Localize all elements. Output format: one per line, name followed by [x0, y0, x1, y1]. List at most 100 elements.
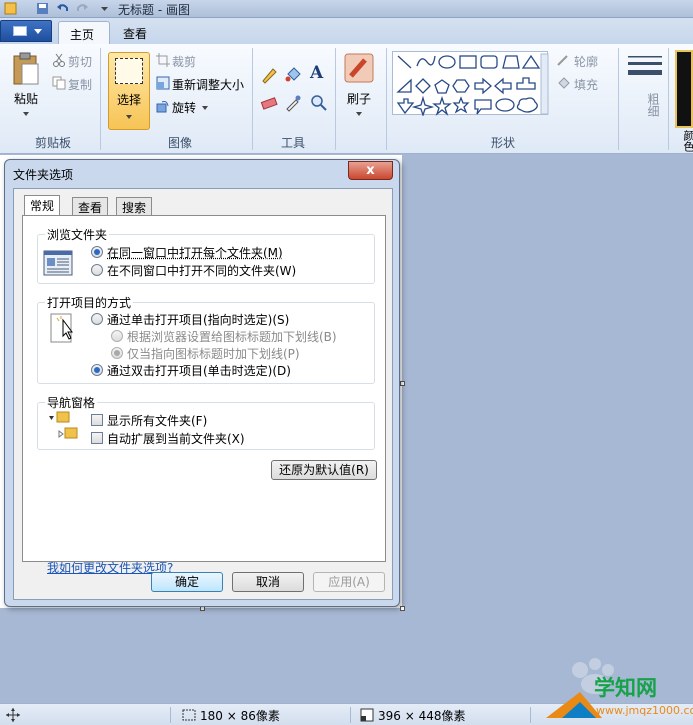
select-icon — [115, 58, 143, 84]
watermark-url: www.jmqz1000.com — [596, 704, 693, 717]
option-auto-expand[interactable]: 自动扩展到当前文件夹(X) — [107, 430, 245, 447]
tab-panel: 浏览文件夹 在同一窗口中打开每个文件夹(M) 在不同窗口中打开不同的文件夹(W)… — [22, 215, 386, 575]
navigation-pane-legend: 导航窗格 — [45, 394, 98, 411]
watermark-logo-text: 学知网 — [594, 676, 657, 700]
radio-same-window[interactable] — [91, 246, 103, 258]
dialog-title: 文件夹选项 — [13, 168, 74, 182]
radio-double-click[interactable] — [91, 364, 103, 376]
select-label: 选择 — [116, 93, 141, 107]
window-title: 无标题 - 画图 — [118, 3, 190, 17]
tab-home[interactable]: 主页 — [58, 21, 110, 44]
cancel-button[interactable]: 取消 — [232, 572, 304, 592]
apply-button[interactable]: 应用(A) — [313, 572, 385, 592]
cursor-position-icon — [6, 708, 20, 722]
tab-view[interactable]: 查看 — [72, 197, 109, 215]
paste-icon — [13, 52, 39, 85]
magnifier-icon[interactable] — [310, 94, 328, 112]
size-icon — [628, 56, 662, 75]
shapes-gallery-icons[interactable] — [393, 52, 549, 118]
click-items-legend: 打开项目的方式 — [45, 294, 134, 311]
selection-size-icon — [182, 709, 196, 721]
rotate-icon — [156, 101, 169, 113]
cut-icon — [53, 53, 65, 67]
cut-button[interactable]: 剪切 — [68, 53, 92, 70]
canvas-resize-handle-corner[interactable] — [400, 606, 405, 611]
canvas-resize-handle-right[interactable] — [400, 381, 405, 386]
quick-access-dropdown-icon[interactable] — [98, 2, 111, 15]
fill-icon — [558, 77, 570, 89]
selection-size: 180 × 86像素 — [200, 709, 280, 723]
window-icon — [43, 250, 73, 276]
image-group-label: 图像 — [167, 136, 192, 150]
rotate-button[interactable]: 旋转 — [172, 99, 196, 116]
save-icon[interactable] — [36, 2, 49, 15]
option-single-click[interactable]: 通过单击打开项目(指向时选定)(S) — [107, 311, 289, 328]
brushes-dropdown-icon[interactable] — [356, 112, 362, 116]
restore-defaults-button[interactable]: 还原为默认值(R) — [271, 460, 377, 480]
group-divider — [386, 48, 387, 150]
option-new-window[interactable]: 在不同窗口中打开不同的文件夹(W) — [107, 262, 296, 279]
option-same-window[interactable]: 在同一窗口中打开每个文件夹(M) — [107, 244, 283, 261]
option-show-all-folders[interactable]: 显示所有文件夹(F) — [107, 412, 207, 429]
fill-button[interactable]: 填充 — [574, 76, 598, 93]
size-button[interactable]: 粗细 — [628, 90, 662, 120]
option-underline-browser[interactable]: 根据浏览器设置给图标标题加下划线(B) — [127, 328, 337, 345]
canvas-size: 396 × 448像素 — [378, 709, 466, 723]
copy-button[interactable]: 复制 — [68, 76, 92, 93]
crop-icon — [156, 53, 170, 67]
shapes-gallery[interactable] — [392, 51, 549, 118]
group-divider — [618, 48, 619, 150]
color1-swatch[interactable] — [675, 50, 693, 128]
redo-icon[interactable] — [76, 2, 89, 15]
color1-label: 颜色 — [682, 130, 693, 152]
outline-button[interactable]: 轮廓 — [574, 53, 598, 70]
radio-underline-hover[interactable] — [111, 347, 123, 359]
eraser-icon[interactable] — [260, 94, 278, 112]
status-divider — [530, 707, 531, 723]
fill-bucket-icon[interactable] — [284, 66, 302, 84]
text-tool[interactable]: A — [310, 63, 323, 83]
status-divider — [350, 707, 351, 723]
tab-search[interactable]: 搜索 — [116, 197, 153, 215]
option-underline-hover[interactable]: 仅当指向图标标题时加下划线(P) — [127, 345, 300, 362]
radio-single-click[interactable] — [91, 313, 103, 325]
paint-app-icon — [4, 2, 17, 15]
select-dropdown-icon[interactable] — [126, 115, 132, 119]
app-menu-button[interactable] — [0, 20, 52, 42]
brushes-button[interactable]: 刷子 — [343, 90, 375, 107]
resize-button[interactable]: 重新调整大小 — [172, 76, 244, 93]
tab-general[interactable]: 常规 — [24, 195, 61, 216]
cursor-document-icon — [50, 313, 73, 343]
color-picker-icon[interactable] — [284, 94, 302, 112]
shapes-group-label: 形状 — [490, 136, 515, 150]
ribbon-tab-row: 主页 查看 — [0, 18, 693, 44]
rotate-dropdown-icon[interactable] — [202, 106, 208, 110]
option-double-click[interactable]: 通过双击打开项目(单击时选定)(D) — [107, 362, 291, 379]
checkbox-show-all-folders[interactable] — [91, 414, 103, 426]
close-button[interactable]: x — [348, 161, 393, 180]
group-divider — [335, 48, 336, 150]
ok-button[interactable]: 确定 — [151, 572, 223, 592]
browse-folders-legend: 浏览文件夹 — [45, 226, 110, 243]
select-button[interactable]: 选择 — [108, 52, 150, 130]
radio-underline-browser[interactable] — [111, 330, 123, 342]
status-divider — [170, 707, 171, 723]
paste-button[interactable]: 粘贴 — [12, 90, 40, 107]
crop-button[interactable]: 裁剪 — [172, 53, 196, 70]
dialog-body: 常规 查看 搜索 浏览文件夹 在同一窗口中打开每个文件夹(M) 在不同窗口中打开… — [13, 188, 393, 600]
radio-new-window[interactable] — [91, 264, 103, 276]
folder-tree-icon — [49, 411, 78, 439]
group-divider — [100, 48, 101, 150]
paste-dropdown-icon[interactable] — [23, 112, 29, 116]
undo-icon[interactable] — [56, 2, 69, 15]
title-bar: 无标题 - 画图 — [0, 0, 693, 18]
group-divider — [252, 48, 253, 150]
tab-view[interactable]: 查看 — [112, 21, 158, 44]
folder-options-dialog: 文件夹选项 x 常规 查看 搜索 浏览文件夹 在同一窗口中打开每个文件夹(M) … — [4, 159, 400, 607]
ribbon: 粘贴 剪切 复制 剪贴板 选择 裁剪 重新调整大小 旋转 图像 A 工具 刷子 — [0, 44, 693, 154]
canvas-size-icon — [360, 708, 374, 722]
checkbox-auto-expand[interactable] — [91, 432, 103, 444]
brushes-icon — [344, 53, 374, 83]
copy-icon — [52, 76, 66, 90]
pencil-icon[interactable] — [260, 66, 278, 84]
